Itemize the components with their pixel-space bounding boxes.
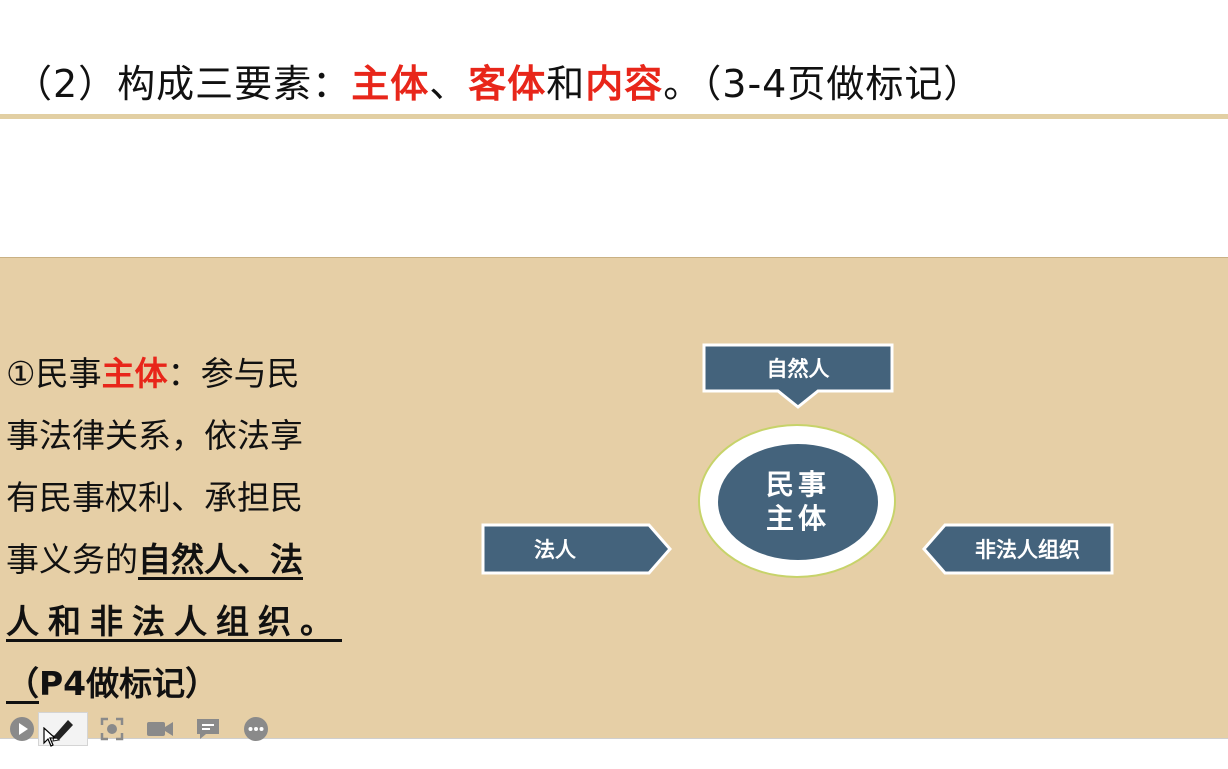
definition-line: 有民事权利、承担民 bbox=[6, 478, 303, 517]
definition-fragment: ①民事 bbox=[6, 354, 102, 393]
camera-icon bbox=[147, 722, 173, 736]
camera-button[interactable] bbox=[136, 712, 184, 746]
center-label-line: 民事 bbox=[765, 468, 830, 501]
title-suffix: 。（3-4页做标记） bbox=[663, 62, 983, 106]
arrow-right-shape bbox=[481, 523, 672, 575]
arrow-label-unincorporated-org: 非法人组织 bbox=[975, 538, 1080, 562]
arrow-legal-person: 法人 bbox=[481, 523, 673, 575]
pen-button[interactable] bbox=[38, 712, 88, 747]
page-marker-note: P4做标记） bbox=[39, 664, 219, 703]
title-term-object: 客体 bbox=[468, 62, 547, 106]
arrow-unincorporated-org: 非法人组织 bbox=[921, 523, 1114, 575]
arrow-label-legal-person: 法人 bbox=[534, 538, 576, 562]
comment-button[interactable] bbox=[184, 712, 232, 746]
play-button[interactable] bbox=[6, 712, 38, 746]
definition-line: （P4做标记） bbox=[6, 653, 346, 715]
cursor-icon bbox=[43, 727, 57, 747]
more-icon bbox=[244, 717, 268, 741]
definition-line: 事义务的自然人、法 bbox=[6, 529, 346, 591]
more-button[interactable] bbox=[232, 712, 280, 746]
definition-underlined: （ bbox=[6, 664, 39, 703]
definition-line: 事法律关系，依法享 bbox=[6, 416, 303, 455]
definition-underlined: 自然人、法 bbox=[138, 540, 303, 579]
title-term-subject: 主体 bbox=[351, 62, 430, 106]
callout-natural-person: 自然人 bbox=[702, 343, 894, 409]
screenshot-icon bbox=[100, 717, 124, 741]
title-prefix: （2）构成三要素： bbox=[14, 62, 352, 106]
definition-line: 人和非法人组织。 bbox=[6, 591, 346, 653]
definition-fragment: ：参与民 bbox=[167, 354, 300, 393]
center-node: 民事 主体 bbox=[718, 444, 878, 560]
definition-highlight: 主体 bbox=[101, 354, 168, 393]
play-icon bbox=[10, 717, 34, 741]
definition-line: ①民事主体：参与民 bbox=[6, 343, 346, 405]
title-separator: 、 bbox=[429, 62, 469, 106]
title-divider bbox=[0, 114, 1228, 119]
definition-fragment: 事义务的 bbox=[6, 540, 138, 579]
definition-text: ①民事主体：参与民 事法律关系，依法享 有民事权利、承担民 事义务的自然人、法 … bbox=[6, 343, 346, 715]
presentation-toolbar bbox=[6, 712, 280, 747]
center-label-line: 主体 bbox=[765, 502, 830, 535]
slide-header-area bbox=[0, 0, 1228, 258]
comment-icon bbox=[197, 719, 219, 739]
title-term-content: 内容 bbox=[585, 62, 664, 106]
page-title: （2）构成三要素：主体、客体和内容。（3-4页做标记） bbox=[14, 56, 982, 112]
definition-underlined: 人和非法人组织。 bbox=[6, 602, 342, 641]
title-separator: 和 bbox=[546, 62, 586, 106]
screenshot-button[interactable] bbox=[88, 712, 136, 746]
callout-label-natural-person: 自然人 bbox=[766, 357, 830, 381]
